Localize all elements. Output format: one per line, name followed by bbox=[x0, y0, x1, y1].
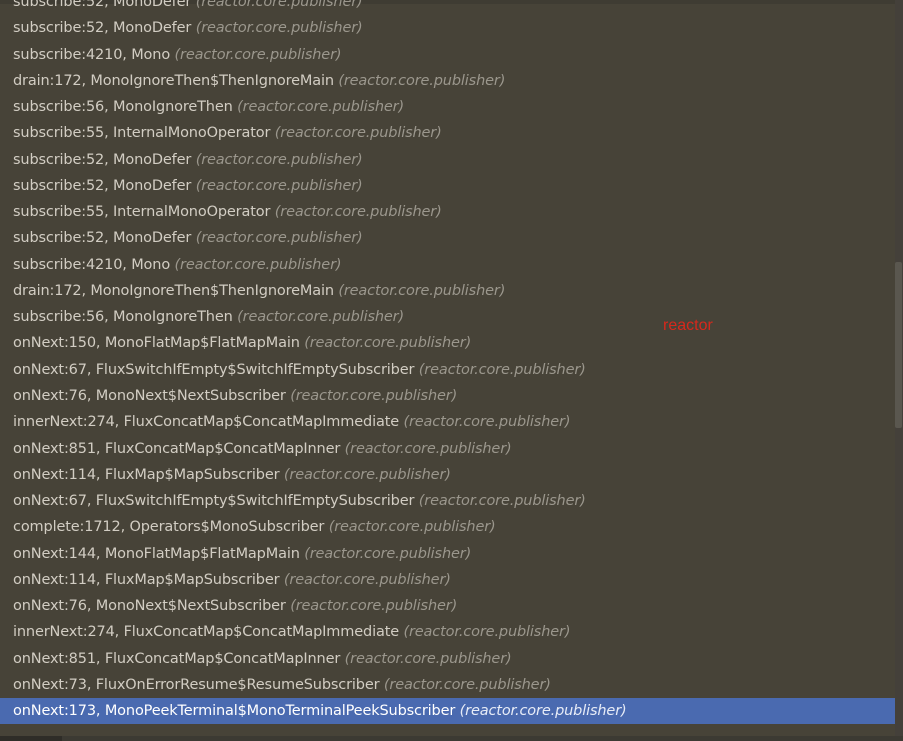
frame-package-label: (reactor.core.publisher) bbox=[290, 598, 458, 615]
stack-frame-row[interactable]: onNext:114, FluxMap$MapSubscriber (react… bbox=[0, 567, 896, 593]
frame-package-label: (reactor.core.publisher) bbox=[237, 309, 404, 326]
frame-package-label: (reactor.core.publisher) bbox=[274, 125, 442, 142]
stack-frame-row[interactable]: subscribe:56, MonoIgnoreThen (reactor.co… bbox=[0, 304, 896, 330]
frame-method-label: subscribe:52, MonoDefer bbox=[13, 20, 192, 37]
frame-package-label: (reactor.core.publisher) bbox=[418, 361, 586, 378]
stack-frame-row-selected[interactable]: onNext:173, MonoPeekTerminal$MonoTermina… bbox=[0, 698, 896, 725]
stack-frame-row[interactable]: subscribe:4210, Mono (reactor.core.publi… bbox=[0, 252, 896, 278]
frame-method-label: onNext:67, FluxSwitchIfEmpty$SwitchIfEmp… bbox=[13, 361, 415, 378]
frame-method-label: onNext:150, MonoFlatMap$FlatMapMain bbox=[13, 335, 300, 352]
stack-frame-row[interactable]: innerNext:274, FluxConcatMap$ConcatMapIm… bbox=[0, 619, 896, 645]
stack-frame-row[interactable]: onNext:851, FluxConcatMap$ConcatMapInner… bbox=[0, 646, 896, 672]
frame-method-label: subscribe:52, MonoDefer bbox=[13, 230, 192, 247]
frame-package-label: (reactor.core.publisher) bbox=[274, 204, 442, 221]
frame-package-label: (reactor.core.publisher) bbox=[174, 46, 342, 63]
frame-method-label: onNext:76, MonoNext$NextSubscriber bbox=[13, 598, 286, 615]
frame-method-label: onNext:173, MonoPeekTerminal$MonoTermina… bbox=[13, 703, 456, 720]
stack-frame-row[interactable]: subscribe:56, MonoIgnoreThen (reactor.co… bbox=[0, 94, 896, 120]
stack-frame-row[interactable]: onNext:150, MonoFlatMap$FlatMapMain (rea… bbox=[0, 330, 896, 356]
annotation-label: reactor bbox=[663, 317, 713, 334]
frame-method-label: subscribe:56, MonoIgnoreThen bbox=[13, 99, 233, 116]
frame-package-label: (reactor.core.publisher) bbox=[418, 493, 586, 510]
stack-frame-row[interactable]: subscribe:55, InternalMonoOperator (reac… bbox=[0, 199, 896, 225]
frame-package-label: (reactor.core.publisher) bbox=[195, 230, 363, 247]
stack-frame-row[interactable]: subscribe:52, MonoDefer (reactor.core.pu… bbox=[0, 0, 896, 15]
frame-package-label: (reactor.core.publisher) bbox=[195, 20, 363, 37]
stack-frame-row[interactable]: onNext:144, MonoFlatMap$FlatMapMain (rea… bbox=[0, 541, 896, 567]
stack-frame-row[interactable]: subscribe:52, MonoDefer (reactor.core.pu… bbox=[0, 225, 896, 251]
stack-frame-row[interactable]: drain:172, MonoIgnoreThen$ThenIgnoreMain… bbox=[0, 68, 896, 94]
stack-frame-row[interactable]: onNext:73, FluxOnErrorResume$ResumeSubsc… bbox=[0, 672, 896, 698]
frame-method-label: subscribe:52, MonoDefer bbox=[13, 0, 192, 10]
frame-method-label: onNext:851, FluxConcatMap$ConcatMapInner bbox=[13, 440, 341, 457]
frame-method-label: innerNext:274, FluxConcatMap$ConcatMapIm… bbox=[13, 624, 399, 641]
frame-package-label: (reactor.core.publisher) bbox=[304, 545, 472, 562]
vertical-scrollbar-thumb[interactable] bbox=[895, 262, 902, 428]
frame-method-label: subscribe:56, MonoIgnoreThen bbox=[13, 309, 233, 326]
debugger-frames-panel: subscribe:52, MonoDefer (reactor.core.pu… bbox=[0, 0, 903, 741]
frame-method-label: subscribe:55, InternalMonoOperator bbox=[13, 204, 271, 221]
frame-package-label: (reactor.core.publisher) bbox=[195, 0, 363, 10]
stack-frame-row[interactable]: innerNext:274, FluxConcatMap$ConcatMapIm… bbox=[0, 409, 896, 435]
frame-package-label: (reactor.core.publisher) bbox=[459, 703, 627, 720]
frame-package-label: (reactor.core.publisher) bbox=[338, 282, 506, 299]
stack-frame-row[interactable]: drain:172, MonoIgnoreThen$ThenIgnoreMain… bbox=[0, 278, 896, 304]
frame-package-label: (reactor.core.publisher) bbox=[383, 676, 551, 693]
horizontal-scrollbar-track[interactable] bbox=[0, 736, 903, 741]
frame-package-label: (reactor.core.publisher) bbox=[283, 466, 451, 483]
frame-package-label: (reactor.core.publisher) bbox=[290, 387, 458, 404]
frame-package-label: (reactor.core.publisher) bbox=[344, 650, 512, 667]
frame-package-label: (reactor.core.publisher) bbox=[237, 99, 404, 116]
frame-package-label: (reactor.core.publisher) bbox=[344, 440, 512, 457]
frame-method-label: onNext:67, FluxSwitchIfEmpty$SwitchIfEmp… bbox=[13, 493, 415, 510]
frame-method-label: drain:172, MonoIgnoreThen$ThenIgnoreMain bbox=[13, 282, 334, 299]
frame-package-label: (reactor.core.publisher) bbox=[328, 519, 496, 536]
frame-method-label: subscribe:52, MonoDefer bbox=[13, 151, 192, 168]
frame-method-label: onNext:144, MonoFlatMap$FlatMapMain bbox=[13, 545, 300, 562]
frame-package-label: (reactor.core.publisher) bbox=[195, 151, 363, 168]
frame-package-label: (reactor.core.publisher) bbox=[338, 72, 506, 89]
stack-frame-row[interactable]: onNext:76, MonoNext$NextSubscriber (reac… bbox=[0, 593, 896, 619]
frame-method-label: complete:1712, Operators$MonoSubscriber bbox=[13, 519, 325, 536]
frame-package-label: (reactor.core.publisher) bbox=[304, 335, 472, 352]
frame-method-label: subscribe:4210, Mono bbox=[13, 46, 171, 63]
vertical-scrollbar-track[interactable] bbox=[895, 0, 903, 741]
frame-package-label: (reactor.core.publisher) bbox=[403, 624, 571, 641]
frame-method-label: innerNext:274, FluxConcatMap$ConcatMapIm… bbox=[13, 414, 399, 431]
horizontal-scrollbar-thumb[interactable] bbox=[0, 736, 62, 741]
stack-frame-row[interactable]: onNext:851, FluxConcatMap$ConcatMapInner… bbox=[0, 436, 896, 462]
frame-method-label: subscribe:55, InternalMonoOperator bbox=[13, 125, 271, 142]
stack-frame-row[interactable]: subscribe:4210, Mono (reactor.core.publi… bbox=[0, 42, 896, 68]
frame-method-label: onNext:114, FluxMap$MapSubscriber bbox=[13, 571, 280, 588]
frame-package-label: (reactor.core.publisher) bbox=[195, 177, 363, 194]
frame-method-label: onNext:114, FluxMap$MapSubscriber bbox=[13, 466, 280, 483]
stack-frame-row[interactable]: subscribe:52, MonoDefer (reactor.core.pu… bbox=[0, 173, 896, 199]
stack-frame-row[interactable]: onNext:67, FluxSwitchIfEmpty$SwitchIfEmp… bbox=[0, 357, 896, 383]
frame-method-label: onNext:851, FluxConcatMap$ConcatMapInner bbox=[13, 650, 341, 667]
frame-method-label: subscribe:4210, Mono bbox=[13, 256, 171, 273]
stack-frame-row[interactable]: complete:1712, Operators$MonoSubscriber … bbox=[0, 514, 896, 540]
frame-method-label: onNext:73, FluxOnErrorResume$ResumeSubsc… bbox=[13, 676, 380, 693]
stack-frame-row[interactable]: subscribe:52, MonoDefer (reactor.core.pu… bbox=[0, 15, 896, 41]
frame-package-label: (reactor.core.publisher) bbox=[174, 256, 342, 273]
stack-frame-row[interactable]: onNext:114, FluxMap$MapSubscriber (react… bbox=[0, 462, 896, 488]
frame-method-label: drain:172, MonoIgnoreThen$ThenIgnoreMain bbox=[13, 72, 334, 89]
frame-method-label: subscribe:52, MonoDefer bbox=[13, 177, 192, 194]
frame-package-label: (reactor.core.publisher) bbox=[283, 571, 451, 588]
stack-frame-row[interactable]: onNext:76, MonoNext$NextSubscriber (reac… bbox=[0, 383, 896, 409]
stack-frame-row[interactable]: subscribe:52, MonoDefer (reactor.core.pu… bbox=[0, 147, 896, 173]
call-stack-frames-list[interactable]: subscribe:52, MonoDefer (reactor.core.pu… bbox=[0, 0, 896, 725]
frame-package-label: (reactor.core.publisher) bbox=[403, 414, 571, 431]
stack-frame-row[interactable]: subscribe:55, InternalMonoOperator (reac… bbox=[0, 120, 896, 146]
stack-frame-row[interactable]: onNext:67, FluxSwitchIfEmpty$SwitchIfEmp… bbox=[0, 488, 896, 514]
frame-method-label: onNext:76, MonoNext$NextSubscriber bbox=[13, 387, 286, 404]
